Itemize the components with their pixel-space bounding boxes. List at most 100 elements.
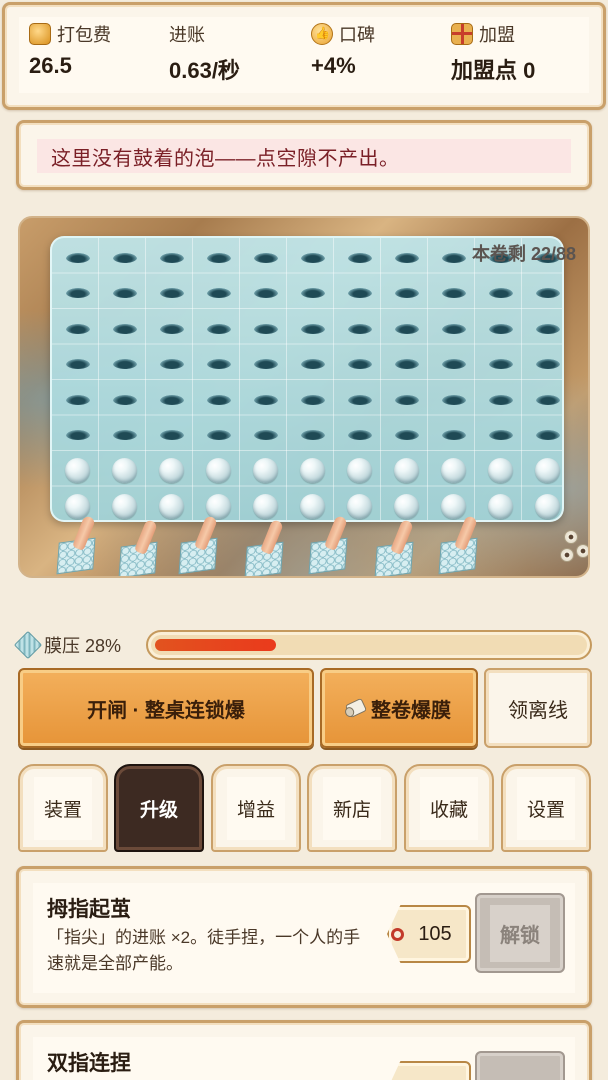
bubble-unpopped[interactable] — [488, 493, 513, 519]
bubble-unpopped[interactable] — [394, 458, 419, 484]
bubble-popped[interactable] — [488, 288, 513, 299]
bubble-popped[interactable] — [65, 394, 90, 405]
bubble-popped[interactable] — [347, 252, 372, 263]
tab-upgrade[interactable]: 升级 — [114, 764, 204, 852]
tab-collection[interactable]: 收藏 — [404, 764, 494, 852]
bubble-popped[interactable] — [394, 288, 419, 299]
bubble-unpopped[interactable] — [206, 493, 231, 519]
bubble-unpopped[interactable] — [159, 493, 184, 519]
bubble-popped[interactable] — [300, 288, 325, 299]
bubble-popped[interactable] — [159, 430, 184, 441]
bubble-popped[interactable] — [159, 359, 184, 370]
bubble-popped[interactable] — [347, 288, 372, 299]
bubble-popped[interactable] — [441, 394, 466, 405]
bubble-popped[interactable] — [206, 359, 231, 370]
bubble-popped[interactable] — [206, 288, 231, 299]
bubble-popped[interactable] — [347, 394, 372, 405]
bubble-popped[interactable] — [441, 288, 466, 299]
bubble-popped[interactable] — [535, 394, 560, 405]
bubble-popped[interactable] — [488, 430, 513, 441]
bubble-popped[interactable] — [300, 430, 325, 441]
bubble-popped[interactable] — [112, 323, 137, 334]
bubble-popped[interactable] — [394, 430, 419, 441]
bubble-popped[interactable] — [441, 359, 466, 370]
bubble-unpopped[interactable] — [159, 458, 184, 484]
bubble-popped[interactable] — [65, 430, 90, 441]
pop-whole-roll-button[interactable]: 整卷爆膜 — [320, 668, 478, 748]
bubble-popped[interactable] — [112, 288, 137, 299]
bubble-popped[interactable] — [441, 430, 466, 441]
gate-chain-pop-button[interactable]: 开闸 · 整桌连锁爆 — [18, 668, 314, 748]
bubble-unpopped[interactable] — [300, 493, 325, 519]
bubble-popped[interactable] — [253, 288, 278, 299]
bubble-popped[interactable] — [394, 394, 419, 405]
roll-remaining-counter: 本卷剩 22/88 — [471, 244, 576, 264]
bubble-popped[interactable] — [347, 359, 372, 370]
bubble-popped[interactable] — [112, 252, 137, 263]
bubble-popped[interactable] — [535, 359, 560, 370]
bubble-popped[interactable] — [394, 359, 419, 370]
bubble-popped[interactable] — [253, 359, 278, 370]
unlock-button[interactable]: 解锁 — [475, 893, 565, 973]
tab-settings[interactable]: 设置 — [501, 764, 591, 852]
bubble-popped[interactable] — [65, 323, 90, 334]
bubble-unpopped[interactable] — [112, 458, 137, 484]
bubble-popped[interactable] — [206, 394, 231, 405]
tab-boost[interactable]: 增益 — [211, 764, 301, 852]
bubble-unpopped[interactable] — [253, 493, 278, 519]
bubble-popped[interactable] — [112, 359, 137, 370]
bubble-unpopped[interactable] — [394, 493, 419, 519]
bubble-popped[interactable] — [206, 252, 231, 263]
bubble-popped[interactable] — [488, 359, 513, 370]
bubble-popped[interactable] — [488, 394, 513, 405]
bubble-unpopped[interactable] — [347, 458, 372, 484]
bubble-board[interactable]: 本卷剩 22/88 — [18, 216, 590, 578]
bubble-unpopped[interactable] — [535, 493, 560, 519]
bubble-popped[interactable] — [65, 252, 90, 263]
bubble-popped[interactable] — [394, 323, 419, 334]
bubble-popped[interactable] — [159, 252, 184, 263]
bubble-popped[interactable] — [253, 252, 278, 263]
bubble-popped[interactable] — [441, 252, 466, 263]
bubble-popped[interactable] — [441, 323, 466, 334]
unlock-button[interactable] — [475, 1051, 565, 1080]
bubble-popped[interactable] — [159, 323, 184, 334]
bubble-popped[interactable] — [535, 430, 560, 441]
bubble-popped[interactable] — [206, 430, 231, 441]
bubble-popped[interactable] — [300, 394, 325, 405]
bubble-popped[interactable] — [159, 394, 184, 405]
bubble-wrap[interactable] — [50, 236, 564, 522]
bubble-unpopped[interactable] — [253, 458, 278, 484]
bubble-unpopped[interactable] — [65, 458, 90, 484]
bubble-popped[interactable] — [347, 323, 372, 334]
collect-offline-button[interactable]: 领离线 — [484, 668, 592, 748]
bubble-popped[interactable] — [253, 394, 278, 405]
bubble-popped[interactable] — [253, 430, 278, 441]
bubble-unpopped[interactable] — [488, 458, 513, 484]
tab-new-shop[interactable]: 新店 — [307, 764, 397, 852]
bubble-unpopped[interactable] — [300, 458, 325, 484]
bubble-popped[interactable] — [112, 394, 137, 405]
bubble-popped[interactable] — [535, 288, 560, 299]
bubble-popped[interactable] — [300, 359, 325, 370]
bubble-unpopped[interactable] — [347, 493, 372, 519]
bubble-unpopped[interactable] — [65, 493, 90, 519]
bubble-unpopped[interactable] — [206, 458, 231, 484]
bubble-unpopped[interactable] — [112, 493, 137, 519]
bubble-unpopped[interactable] — [535, 458, 560, 484]
bubble-popped[interactable] — [253, 323, 278, 334]
bubble-popped[interactable] — [112, 430, 137, 441]
bubble-popped[interactable] — [300, 323, 325, 334]
bubble-unpopped[interactable] — [441, 493, 466, 519]
bubble-popped[interactable] — [488, 323, 513, 334]
bubble-popped[interactable] — [65, 288, 90, 299]
tab-device[interactable]: 装置 — [18, 764, 108, 852]
bubble-popped[interactable] — [394, 252, 419, 263]
bubble-popped[interactable] — [159, 288, 184, 299]
bubble-popped[interactable] — [206, 323, 231, 334]
bubble-popped[interactable] — [535, 323, 560, 334]
bubble-popped[interactable] — [65, 359, 90, 370]
bubble-popped[interactable] — [300, 252, 325, 263]
bubble-unpopped[interactable] — [441, 458, 466, 484]
bubble-popped[interactable] — [347, 430, 372, 441]
